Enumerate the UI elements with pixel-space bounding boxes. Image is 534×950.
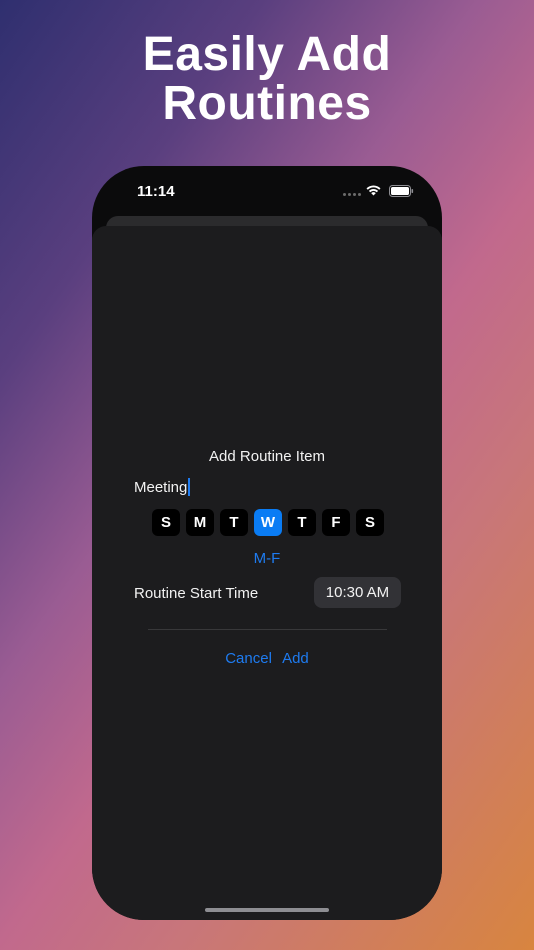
weekdays-preset-button[interactable]: M-F	[92, 550, 442, 567]
day-toggle-monday[interactable]: M	[186, 509, 214, 536]
headline-line-1: Easily Add	[142, 28, 392, 81]
day-toggle-friday[interactable]: F	[322, 509, 350, 536]
routine-name-value: Meeting	[134, 479, 188, 496]
start-time-label: Routine Start Time	[134, 585, 259, 602]
routine-name-input[interactable]: Meeting	[134, 476, 400, 500]
add-button[interactable]: Add	[282, 650, 309, 667]
dialog-title: Add Routine Item	[209, 448, 325, 465]
text-caret	[188, 478, 191, 496]
day-toggle-wednesday[interactable]: W	[254, 509, 282, 536]
sheet	[92, 226, 442, 920]
cellular-icon	[343, 193, 361, 197]
weekday-selector: S M T W T F S	[152, 509, 384, 536]
status-time: 11:14	[137, 183, 175, 200]
day-toggle-tuesday[interactable]: T	[220, 509, 248, 536]
home-indicator[interactable]	[205, 908, 329, 912]
day-toggle-sunday[interactable]: S	[152, 509, 180, 536]
day-toggle-saturday[interactable]: S	[356, 509, 384, 536]
phone-frame: 11:14 Add Routine Item Meeting S M T W T…	[92, 166, 442, 920]
dialog-actions: Cancel Add	[92, 650, 442, 667]
day-toggle-thursday[interactable]: T	[288, 509, 316, 536]
battery-icon	[389, 185, 414, 197]
start-time-picker[interactable]: 10:30 AM	[314, 577, 401, 608]
headline-line-2: Routines	[162, 77, 372, 130]
cancel-button[interactable]: Cancel	[225, 650, 272, 667]
divider	[148, 629, 387, 630]
wifi-icon	[366, 185, 381, 196]
status-bar: 11:14	[92, 166, 442, 218]
headline: Easily Add Routines	[0, 30, 534, 128]
